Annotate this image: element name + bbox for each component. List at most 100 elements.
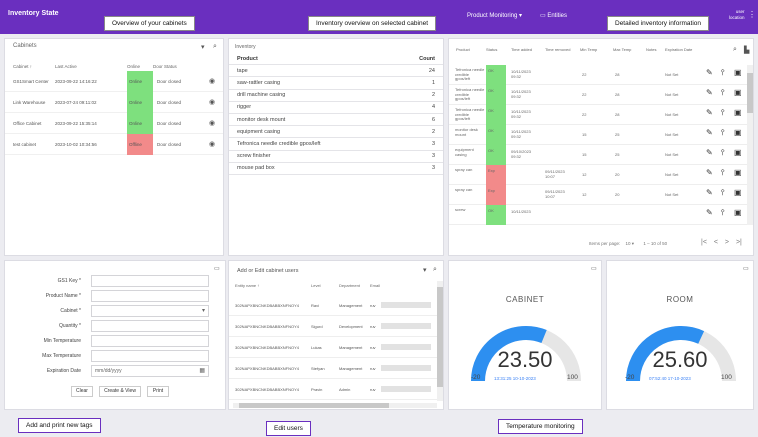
cabinets-panel: Cabinets ▾ ⌕ Cabinet ↑ Last Active Onlin… (4, 38, 224, 256)
search-icon[interactable]: ⌕ (433, 266, 437, 274)
gauge-value: 23.50 (497, 347, 553, 372)
next-page-icon[interactable]: > (725, 239, 729, 246)
inventory-title: Inventory (235, 44, 256, 50)
create-view-button[interactable]: Create & View (99, 386, 141, 397)
callout-tags: Add and print new tags (18, 418, 101, 433)
inventory-row[interactable]: saw-rattler casing 1 (229, 77, 443, 90)
print-icon[interactable]: ▣ (734, 108, 742, 117)
inventory-row[interactable]: screw finisher 3 (229, 151, 443, 163)
print-icon[interactable]: ▣ (734, 208, 742, 217)
field-label: Max Temperature (42, 353, 81, 359)
inventory-row[interactable]: tape 24 (229, 65, 443, 78)
tag-input[interactable] (91, 290, 209, 302)
inventory-row[interactable]: monitor desk mount 6 (229, 114, 443, 127)
filter-icon[interactable]: ▾ (201, 43, 205, 51)
clear-button[interactable]: Clear (71, 386, 93, 397)
user-row[interactable]: 302NAPXBNCNKDBABBXNFNOY4 Lukas Management r… (229, 337, 437, 358)
cabinet-row[interactable]: Link Warehouse 2023-07-24 09:11:02 Online D… (5, 91, 223, 113)
user-row[interactable]: 302NAPXBNCNKDBABBXNFNOY4 Ravi Management ru… (229, 295, 437, 316)
page-size-select[interactable]: 10 ▾ (626, 241, 635, 246)
thermometer-icon[interactable]: ⫯ (721, 148, 724, 158)
edit-icon[interactable]: ✎ (706, 68, 713, 77)
view-icon[interactable]: ◉ (209, 140, 215, 148)
users-scrollbar-v[interactable] (437, 281, 443, 401)
edit-icon[interactable]: ✎ (706, 168, 713, 177)
cabinet-row[interactable]: Office Cabinet 2023-09-22 15:35:14 Online D… (5, 112, 223, 134)
thermometer-icon[interactable]: ⫯ (721, 208, 724, 218)
prev-page-icon[interactable]: < (714, 239, 718, 246)
inventory-row[interactable]: mouse pad box 3 (229, 163, 443, 175)
tag-input[interactable] (91, 335, 209, 347)
cabinets-header: Cabinet ↑ Last Active Online Door Status (5, 61, 223, 71)
user-row[interactable]: 302NAPXBNCNKDBABBXNFNOY4 Pravin Admin ruv (229, 379, 437, 400)
edit-icon[interactable]: ✎ (706, 108, 713, 117)
inventory-row[interactable]: drill machine casing 2 (229, 90, 443, 102)
inventory-row[interactable]: Tefronica needle credible gpos/left 3 (229, 138, 443, 151)
users-header: Entity name ↑ Level Department Email (235, 283, 381, 288)
cabinet-row[interactable]: test cabinet 2023-10-02 10:34:56 Offline Do… (5, 133, 223, 155)
print-icon[interactable]: ▣ (734, 88, 742, 97)
first-page-icon[interactable]: |< (701, 239, 707, 246)
scrollbar[interactable] (747, 65, 753, 225)
col-cabinet[interactable]: Cabinet ↑ (5, 64, 55, 69)
view-icon[interactable]: ◉ (209, 119, 215, 127)
edit-icon[interactable]: ✎ (706, 128, 713, 137)
status-cell: OK (486, 145, 506, 165)
cabinets-table: Cabinet ↑ Last Active Online Door Status… (5, 61, 223, 155)
print-icon[interactable]: ▣ (734, 68, 742, 77)
detail-row[interactable]: screw OK 10/11/2023 ✎ ⫯ ▣ (449, 205, 747, 225)
chevron-down-icon: ▾ (201, 308, 205, 314)
expand-icon[interactable]: ▭ (214, 265, 220, 272)
detail-row[interactable]: Tefronica needle credible gpos/left OK 10/… (449, 65, 747, 85)
status-cell: Exp (486, 185, 506, 205)
edit-icon[interactable]: ✎ (706, 148, 713, 157)
tag-input[interactable]: ▾ (91, 305, 209, 317)
users-scrollbar-h[interactable] (233, 403, 437, 408)
detail-row[interactable]: equipment casing OK 09/10/2023 09:32 15 25 No… (449, 145, 747, 165)
user-row[interactable]: 302NAPXBNCNKDBABBXNFNOY4 Sigurd Developmen… (229, 316, 437, 337)
thermometer-icon[interactable]: ⫯ (721, 128, 724, 138)
detail-row[interactable]: spray can Exp 09/11/2023 10:07 12 20 Not Set ✎… (449, 185, 747, 205)
user-info[interactable]: user location (729, 9, 745, 21)
detail-row[interactable]: Tefronica needle credible gpos/left OK 10/… (449, 85, 747, 105)
online-status: Online (127, 91, 153, 113)
user-row[interactable]: 302NAPXBNCNKDBABBXNFNOY4 Stefyan Managemen… (229, 358, 437, 379)
print-button[interactable]: Print (147, 386, 169, 397)
thermometer-icon[interactable]: ⫯ (721, 188, 724, 198)
print-icon[interactable]: ▣ (734, 148, 742, 157)
detail-row[interactable]: monitor desk mount OK 10/11/2023 09:32 15 25… (449, 125, 747, 145)
product-monitoring-menu[interactable]: Product Monitoring ▾ (467, 12, 522, 19)
view-icon[interactable]: ◉ (209, 98, 215, 106)
edit-icon[interactable]: ✎ (706, 188, 713, 197)
thermometer-icon[interactable]: ⫯ (721, 168, 724, 178)
edit-icon[interactable]: ✎ (706, 88, 713, 97)
calendar-icon[interactable]: ▦ (199, 367, 205, 374)
thermometer-icon[interactable]: ⫯ (721, 68, 724, 78)
last-page-icon[interactable]: >| (736, 239, 742, 246)
status-cell: OK (486, 105, 506, 125)
tag-input[interactable] (91, 320, 209, 332)
status-cell: Exp (486, 165, 506, 185)
print-icon[interactable]: ▣ (734, 188, 742, 197)
cabinet-gauge (471, 326, 581, 382)
print-icon[interactable]: ▣ (734, 128, 742, 137)
thermometer-icon[interactable]: ⫯ (721, 108, 724, 118)
edit-icon[interactable]: ✎ (706, 208, 713, 217)
entities-link[interactable]: ▭ Entities (540, 12, 567, 19)
tag-input[interactable]: mm/dd/yyyy ▦ (91, 365, 209, 377)
print-icon[interactable]: ▣ (734, 168, 742, 177)
inventory-row[interactable]: rigger 4 (229, 102, 443, 114)
thermometer-icon[interactable]: ⫯ (721, 88, 724, 98)
tag-input[interactable] (91, 275, 209, 287)
detail-row[interactable]: Tefronica needle credible gpos/left OK 10/… (449, 105, 747, 125)
more-vert-icon[interactable]: ⋮ (748, 10, 756, 19)
inventory-row[interactable]: equipment casing 2 (229, 126, 443, 139)
search-icon[interactable]: ⌕ (213, 43, 217, 51)
detail-row[interactable]: spray can Exp 09/11/2023 10:07 12 20 Not Set ✎… (449, 165, 747, 185)
online-status: Offline (127, 133, 153, 155)
col-online: Online (127, 63, 141, 69)
view-icon[interactable]: ◉ (209, 77, 215, 85)
cabinet-row[interactable]: GS1Smart Center 2023-09-22 14:16:22 Online… (5, 70, 223, 92)
tag-input[interactable] (91, 350, 209, 362)
filter-icon[interactable]: ▾ (423, 266, 427, 274)
